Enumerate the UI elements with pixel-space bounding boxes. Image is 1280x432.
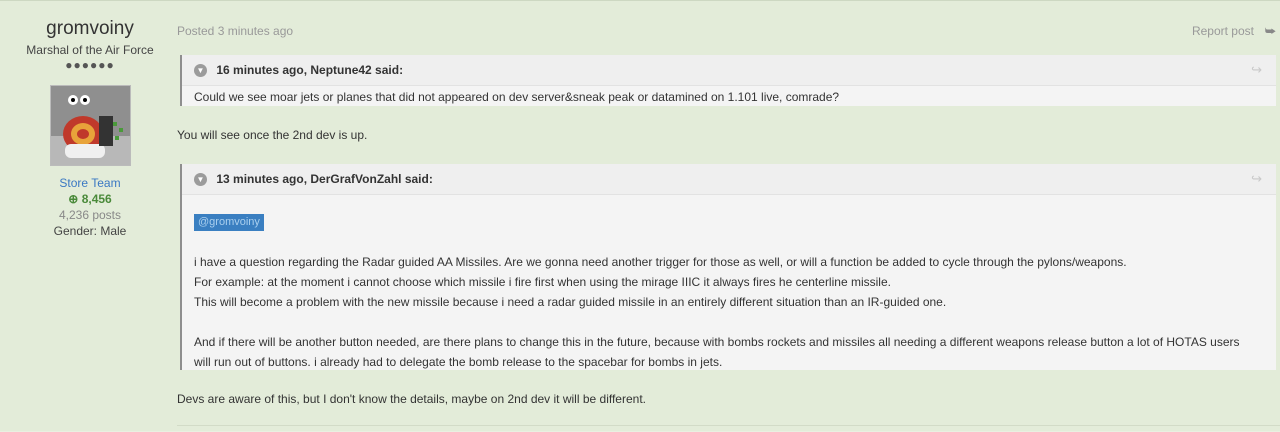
post-count: 4,236 posts: [58, 208, 122, 222]
chevron-down-icon[interactable]: ▼: [194, 64, 207, 78]
user-mention[interactable]: @gromvoiny: [194, 214, 264, 231]
reply-text: You will see once the 2nd dev is up.: [177, 128, 368, 142]
quote-line: Could we see moar jets or planes that di…: [194, 90, 840, 104]
quote-block: ▼ 16 minutes ago, Neptune42 said: ↪ Coul…: [180, 55, 1276, 106]
author-group[interactable]: Store Team: [0, 176, 180, 190]
quote-line: And if there will be another button need…: [194, 335, 1240, 349]
reply-text: Devs are aware of this, but I don't know…: [177, 392, 646, 406]
quote-citation[interactable]: 16 minutes ago, Neptune42 said:: [216, 63, 403, 77]
post-timestamp[interactable]: Posted 3 minutes ago: [177, 24, 293, 38]
quote-header: ▼ 16 minutes ago, Neptune42 said: ↪: [182, 55, 1276, 86]
chevron-down-icon[interactable]: ▼: [194, 173, 207, 187]
quote-block: ▼ 13 minutes ago, DerGrafVonZahl said: ↪…: [180, 164, 1276, 370]
author-gender: Gender: Male: [53, 224, 127, 238]
avatar[interactable]: [50, 85, 131, 166]
author-rank: Marshal of the Air Force: [26, 43, 154, 57]
arrow-icon[interactable]: ↪: [1251, 164, 1262, 194]
quote-line: i have a question regarding the Radar gu…: [194, 255, 1127, 269]
quote-body: Could we see moar jets or planes that di…: [182, 86, 1276, 107]
reputation: ⊕ 8,456: [0, 192, 180, 206]
quote-body: @gromvoiny i have a question regarding t…: [182, 195, 1276, 372]
quote-line: For example: at the moment i cannot choo…: [194, 275, 891, 289]
divider: [177, 425, 1280, 426]
author-panel: gromvoiny Marshal of the Air Force ●●●●●…: [0, 1, 165, 432]
author-name[interactable]: gromvoiny: [0, 18, 180, 40]
share-icon[interactable]: ⮩: [1265, 24, 1276, 39]
arrow-icon[interactable]: ↪: [1251, 55, 1262, 85]
rank-pips: ●●●●●●: [65, 58, 115, 72]
quote-line: will run out of buttons. i already had t…: [194, 355, 723, 369]
forum-post: gromvoiny Marshal of the Air Force ●●●●●…: [0, 0, 1280, 431]
quote-citation[interactable]: 13 minutes ago, DerGrafVonZahl said:: [216, 172, 433, 186]
quote-header: ▼ 13 minutes ago, DerGrafVonZahl said: ↪: [182, 164, 1276, 195]
reputation-count: 8,456: [81, 192, 112, 206]
report-post-link[interactable]: Report post: [1192, 24, 1254, 38]
plus-circle-icon: ⊕: [68, 192, 79, 206]
quote-line: This will become a problem with the new …: [194, 295, 947, 309]
report-label[interactable]: Report post: [1192, 24, 1254, 38]
